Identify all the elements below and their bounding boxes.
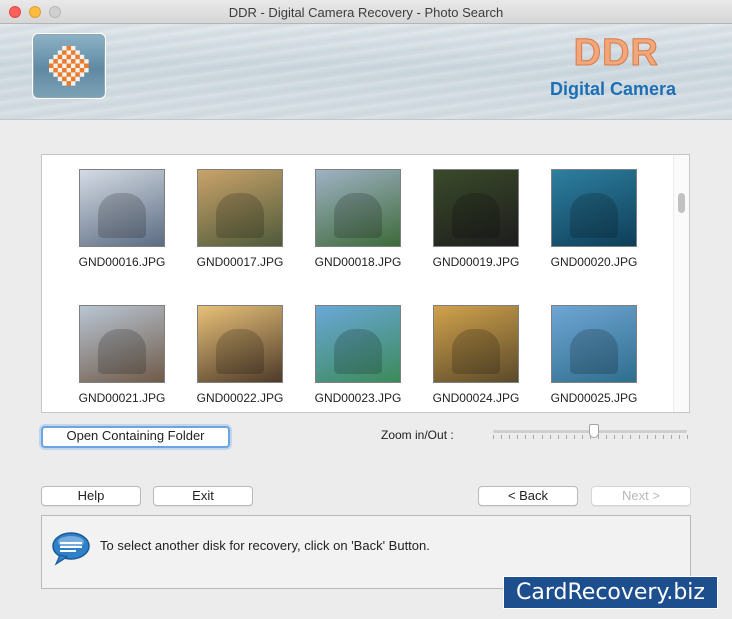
gallery-scrollbar[interactable]	[673, 155, 689, 412]
photo-thumbnail[interactable]	[551, 305, 637, 383]
window-title: DDR - Digital Camera Recovery - Photo Se…	[228, 5, 504, 20]
zoom-label: Zoom in/Out :	[381, 428, 454, 442]
photo-filename: GND00023.JPG	[314, 391, 402, 405]
photo-item[interactable]: GND00019.JPG	[421, 169, 531, 269]
watermark-badge: CardRecovery.biz	[503, 576, 718, 609]
app-logo	[32, 33, 106, 99]
back-button[interactable]: < Back	[478, 486, 578, 506]
photo-filename: GND00016.JPG	[78, 255, 166, 269]
open-containing-folder-button[interactable]: Open Containing Folder	[41, 426, 230, 448]
help-button[interactable]: Help	[41, 486, 141, 506]
product-subtitle: Digital Camera	[549, 79, 676, 99]
photo-item[interactable]: GND00021.JPG	[67, 305, 177, 405]
photo-thumbnail[interactable]	[197, 169, 283, 247]
title-bar: DDR - Digital Camera Recovery - Photo Se…	[0, 0, 732, 24]
photo-item[interactable]: GND00023.JPG	[303, 305, 413, 405]
photo-item[interactable]: GND00024.JPG	[421, 305, 531, 405]
photo-filename: GND00025.JPG	[550, 391, 638, 405]
photo-thumbnail[interactable]	[433, 305, 519, 383]
photo-filename: GND00018.JPG	[314, 255, 402, 269]
slider-knob[interactable]	[588, 424, 599, 438]
speech-bubble-icon	[52, 532, 90, 566]
photo-filename: GND00021.JPG	[78, 391, 166, 405]
photo-thumbnail[interactable]	[79, 169, 165, 247]
status-message: To select another disk for recovery, cli…	[100, 538, 430, 553]
photo-thumbnail[interactable]	[197, 305, 283, 383]
exit-button[interactable]: Exit	[153, 486, 253, 506]
photo-filename: GND00020.JPG	[550, 255, 638, 269]
photo-item[interactable]: GND00022.JPG	[185, 305, 295, 405]
photo-thumbnail[interactable]	[433, 169, 519, 247]
photo-thumbnail[interactable]	[315, 169, 401, 247]
photo-filename: GND00017.JPG	[196, 255, 284, 269]
checker-logo-icon	[49, 46, 89, 86]
photo-filename: GND00024.JPG	[432, 391, 520, 405]
photo-thumbnail[interactable]	[79, 305, 165, 383]
brand-title: DDR	[573, 32, 659, 75]
photo-filename: GND00019.JPG	[432, 255, 520, 269]
next-button: Next >	[591, 486, 691, 506]
photo-item[interactable]: GND00025.JPG	[539, 305, 649, 405]
header-banner: DDR Digital Camera	[0, 24, 732, 120]
photo-thumbnail[interactable]	[551, 169, 637, 247]
zoom-slider[interactable]	[491, 424, 689, 442]
photo-thumbnail[interactable]	[315, 305, 401, 383]
photo-item[interactable]: GND00020.JPG	[539, 169, 649, 269]
photo-gallery[interactable]: GND00016.JPG GND00017.JPG GND00018.JPG GND0…	[41, 154, 690, 413]
photo-item[interactable]: GND00018.JPG	[303, 169, 413, 269]
photo-item[interactable]: GND00016.JPG	[67, 169, 177, 269]
photo-filename: GND00022.JPG	[196, 391, 284, 405]
photo-item[interactable]: GND00017.JPG	[185, 169, 295, 269]
scrollbar-thumb[interactable]	[678, 193, 685, 213]
